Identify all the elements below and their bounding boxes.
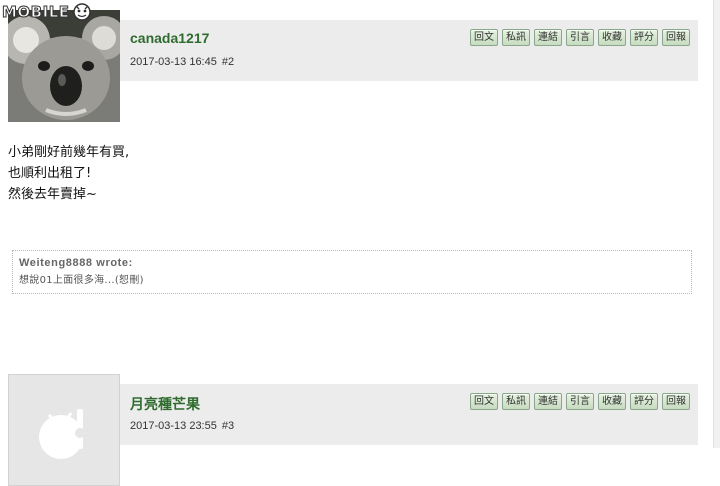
post-floor[interactable]: #3: [222, 420, 234, 432]
post-actions: 回文 私訊 連結 引言 收藏 評分 回報: [470, 393, 690, 410]
content-line: 小弟剛好前幾年有買,: [8, 145, 130, 160]
message-button[interactable]: 私訊: [502, 393, 530, 410]
quote-author: Weiteng8888 wrote:: [19, 257, 133, 269]
logo-text: MOBILE: [2, 3, 70, 22]
post-actions: 回文 私訊 連結 引言 收藏 評分 回報: [470, 29, 690, 46]
post-date: 2017-03-13 16:45: [130, 56, 217, 68]
quote-button[interactable]: 引言: [566, 393, 594, 410]
koala-avatar-image: [8, 10, 120, 122]
avatar[interactable]: [8, 374, 120, 486]
link-button[interactable]: 連結: [534, 29, 562, 46]
content-line: 然後去年賣掉~: [8, 187, 97, 202]
report-button[interactable]: 回報: [662, 393, 690, 410]
report-button[interactable]: 回報: [662, 29, 690, 46]
post-header: 月亮種芒果 2017-03-13 23:55 #3 回文 私訊 連結 引言 收藏…: [120, 384, 698, 445]
post-meta: 2017-03-13 16:45 #2: [130, 56, 236, 68]
message-button[interactable]: 私訊: [502, 29, 530, 46]
reply-button[interactable]: 回文: [470, 393, 498, 410]
post-meta: 2017-03-13 23:55 #3: [130, 420, 236, 432]
post-content: 小弟剛好前幾年有買, 也順利出租了! 然後去年賣掉~: [8, 142, 129, 205]
default-avatar-icon: [39, 409, 85, 459]
logo-mark-icon: [72, 2, 92, 22]
quote-block: Weiteng8888 wrote: 想說01上面很多海...(恕刪): [12, 250, 692, 294]
content-line: 也順利出租了!: [8, 166, 92, 181]
post-floor[interactable]: #2: [222, 56, 234, 68]
rate-button[interactable]: 評分: [630, 393, 658, 410]
favorite-button[interactable]: 收藏: [598, 29, 626, 46]
rate-button[interactable]: 評分: [630, 29, 658, 46]
link-button[interactable]: 連結: [534, 393, 562, 410]
quote-button[interactable]: 引言: [566, 29, 594, 46]
post-author[interactable]: canada1217: [130, 30, 209, 46]
page-scrollbar[interactable]: [713, 0, 720, 448]
favorite-button[interactable]: 收藏: [598, 393, 626, 410]
post-author[interactable]: 月亮種芒果: [130, 394, 200, 414]
post-header: canada1217 2017-03-13 16:45 #2 回文 私訊 連結 …: [120, 20, 698, 81]
reply-button[interactable]: 回文: [470, 29, 498, 46]
post-date: 2017-03-13 23:55: [130, 420, 217, 432]
avatar[interactable]: [8, 10, 120, 122]
site-logo[interactable]: MOBILE: [2, 2, 92, 22]
quote-text: 想說01上面很多海...(恕刪): [19, 275, 144, 286]
